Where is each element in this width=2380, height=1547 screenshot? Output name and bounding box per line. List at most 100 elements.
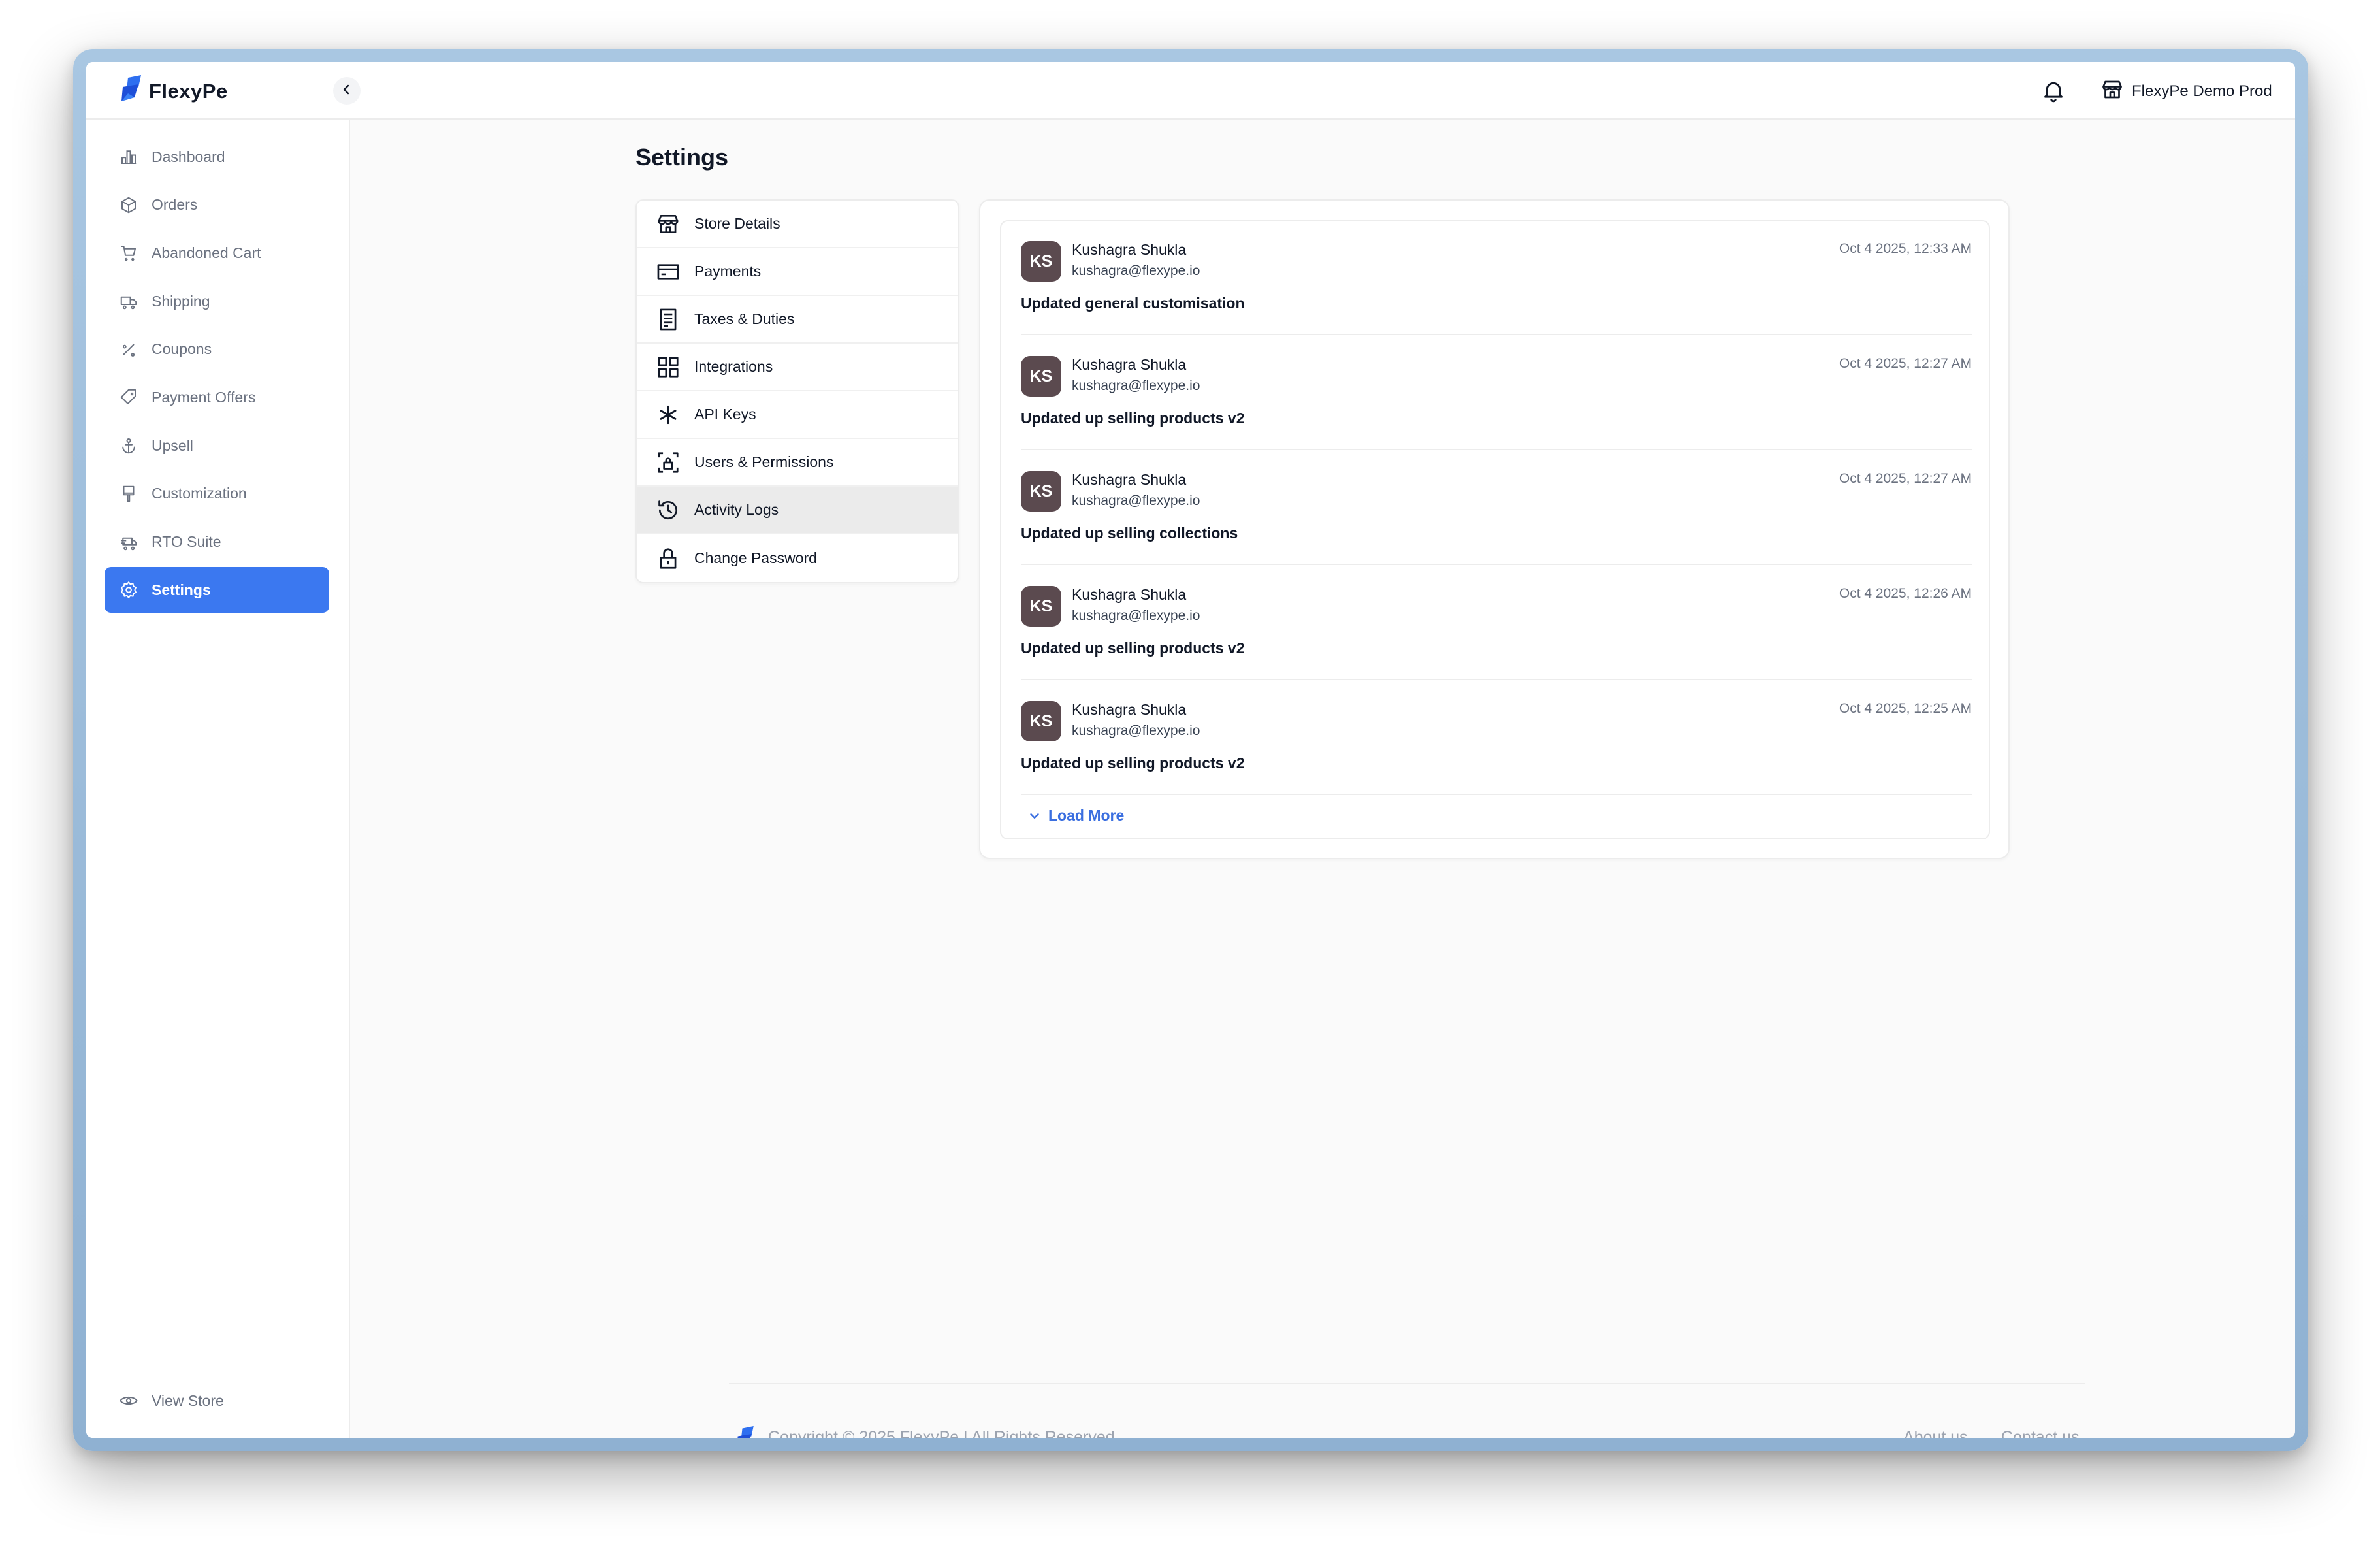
- activity-log-entry: KS Kushagra Shukla kushagra@flexype.io O…: [1021, 566, 1972, 680]
- user-lock-icon: [655, 449, 681, 476]
- sidebar-item-coupons[interactable]: Coupons: [105, 327, 329, 372]
- sidebar-item-label: Customization: [152, 485, 247, 502]
- contact-us-link[interactable]: Contact us: [2001, 1428, 2080, 1438]
- gear-icon: [118, 579, 140, 601]
- sidebar-item-label: Dashboard: [152, 148, 225, 165]
- chevron-down-icon: [1027, 809, 1042, 823]
- settings-item-label: Taxes & Duties: [694, 310, 795, 327]
- avatar: KS: [1021, 241, 1061, 282]
- footer-divider: [729, 1383, 2085, 1384]
- log-action: Updated up selling products v2: [1021, 410, 1245, 427]
- sidebar-item-shipping[interactable]: Shipping: [105, 278, 329, 324]
- flexype-logo-icon: [119, 75, 142, 107]
- sidebar-collapse-button[interactable]: [333, 77, 361, 105]
- settings-item-change-password[interactable]: Change Password: [637, 534, 958, 582]
- sidebar-item-abandoned-cart[interactable]: Abandoned Cart: [105, 230, 329, 276]
- app-logo[interactable]: FlexyPe: [119, 75, 228, 107]
- chevron-left-icon: [341, 84, 353, 99]
- log-action: Updated up selling products v2: [1021, 640, 1245, 657]
- settings-item-taxes-duties[interactable]: Taxes & Duties: [637, 296, 958, 344]
- user-email: kushagra@flexype.io: [1072, 608, 1200, 623]
- store-switcher[interactable]: FlexyPe Demo Prod: [2100, 78, 2272, 105]
- sidebar-item-label: Upsell: [152, 436, 193, 454]
- copyright-text: Copyright © 2025 FlexyPe | All Rights Re…: [768, 1428, 1115, 1438]
- notifications-button[interactable]: [2040, 78, 2066, 107]
- settings-item-store-details[interactable]: Store Details: [637, 201, 958, 248]
- load-more-label: Load More: [1048, 807, 1125, 824]
- settings-item-api-keys[interactable]: API Keys: [637, 391, 958, 439]
- avatar: KS: [1021, 471, 1061, 512]
- sidebar-item-label: Orders: [152, 196, 198, 214]
- log-action: Updated up selling products v2: [1021, 755, 1245, 772]
- log-timestamp: Oct 4 2025, 12:27 AM: [1839, 471, 1972, 486]
- sidebar-item-orders[interactable]: Orders: [105, 182, 329, 228]
- user-name: Kushagra Shukla: [1072, 701, 1187, 718]
- settings-item-label: API Keys: [694, 406, 756, 423]
- asterisk-icon: [655, 402, 681, 428]
- sidebar-item-dashboard[interactable]: Dashboard: [105, 134, 329, 180]
- log-timestamp: Oct 4 2025, 12:33 AM: [1839, 241, 1972, 256]
- user-name: Kushagra Shukla: [1072, 241, 1187, 258]
- grid-icon: [655, 354, 681, 380]
- sidebar-item-label: Abandoned Cart: [152, 244, 261, 261]
- credit-card-icon: [655, 259, 681, 285]
- settings-item-label: Store Details: [694, 215, 780, 232]
- about-us-link[interactable]: About us: [1903, 1428, 1968, 1438]
- sidebar-item-settings[interactable]: Settings: [105, 567, 329, 613]
- chart-bar-icon: [118, 146, 140, 168]
- settings-menu: Store Details Payments Taxes & Duties In…: [635, 199, 959, 583]
- activity-log-entry: KS Kushagra Shukla kushagra@flexype.io O…: [1021, 451, 1972, 565]
- box-icon: [118, 194, 140, 216]
- paint-brush-icon: [118, 483, 140, 505]
- load-more-button[interactable]: Load More: [1027, 807, 1124, 824]
- store-icon: [2100, 78, 2124, 105]
- sidebar-item-label: Coupons: [152, 340, 212, 358]
- view-store-label: View Store: [152, 1392, 224, 1409]
- log-action: Updated up selling collections: [1021, 525, 1238, 542]
- log-action: Updated general customisation: [1021, 295, 1245, 312]
- activity-log-entry: KS Kushagra Shukla kushagra@flexype.io O…: [1021, 681, 1972, 795]
- app-name: FlexyPe: [149, 79, 228, 103]
- receipt-icon: [655, 306, 681, 333]
- eye-icon: [118, 1390, 140, 1412]
- tag-icon: [118, 386, 140, 408]
- sidebar-item-label: Settings: [152, 581, 211, 598]
- page-title: Settings: [635, 144, 729, 171]
- rto-truck-icon: [118, 531, 140, 553]
- sidebar-item-payment-offers[interactable]: Payment Offers: [105, 374, 329, 420]
- store-icon: [655, 211, 681, 237]
- app-window: FlexyPe FlexyPe Demo Prod Dashboard Orde…: [86, 62, 2295, 1438]
- sidebar-item-label: RTO Suite: [152, 533, 221, 550]
- cart-icon: [118, 242, 140, 264]
- settings-item-activity-logs[interactable]: Activity Logs: [637, 487, 958, 534]
- settings-item-label: Integrations: [694, 358, 773, 375]
- log-timestamp: Oct 4 2025, 12:25 AM: [1839, 701, 1972, 716]
- settings-item-label: Payments: [694, 263, 762, 280]
- activity-log-list: KS Kushagra Shukla kushagra@flexype.io O…: [1000, 220, 1990, 839]
- user-email: kushagra@flexype.io: [1072, 493, 1200, 508]
- sidebar-item-label: Payment Offers: [152, 388, 256, 406]
- log-timestamp: Oct 4 2025, 12:26 AM: [1839, 586, 1972, 601]
- settings-item-label: Users & Permissions: [694, 453, 834, 470]
- settings-item-users-permissions[interactable]: Users & Permissions: [637, 439, 958, 487]
- user-email: kushagra@flexype.io: [1072, 723, 1200, 738]
- bell-icon: [2040, 82, 2066, 106]
- settings-item-label: Activity Logs: [694, 501, 779, 518]
- settings-item-label: Change Password: [694, 549, 817, 566]
- footer-logo-icon: [734, 1426, 755, 1438]
- sidebar-item-rto-suite[interactable]: RTO Suite: [105, 519, 329, 565]
- top-bar: FlexyPe FlexyPe Demo Prod: [86, 62, 2295, 120]
- sidebar-item-upsell[interactable]: Upsell: [105, 423, 329, 468]
- anchor-icon: [118, 434, 140, 457]
- user-name: Kushagra Shukla: [1072, 356, 1187, 373]
- settings-item-payments[interactable]: Payments: [637, 248, 958, 296]
- activity-logs-panel: KS Kushagra Shukla kushagra@flexype.io O…: [979, 199, 2010, 859]
- sidebar-item-customization[interactable]: Customization: [105, 471, 329, 517]
- user-name: Kushagra Shukla: [1072, 471, 1187, 488]
- activity-log-entry: KS Kushagra Shukla kushagra@flexype.io O…: [1021, 336, 1972, 450]
- settings-item-integrations[interactable]: Integrations: [637, 344, 958, 391]
- sidebar-item-label: Shipping: [152, 292, 210, 310]
- avatar: KS: [1021, 701, 1061, 741]
- history-icon: [655, 497, 681, 523]
- view-store-link[interactable]: View Store: [118, 1390, 224, 1412]
